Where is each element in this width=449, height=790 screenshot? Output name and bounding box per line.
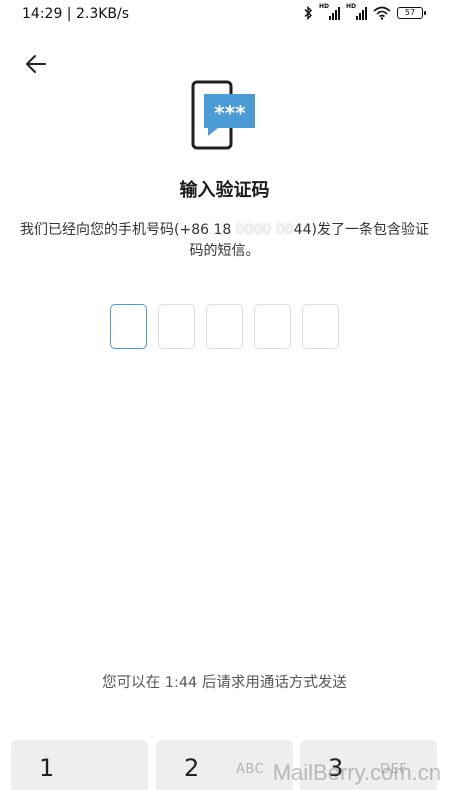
bluetooth-icon: [304, 6, 312, 20]
signal-sim1-icon: HD: [319, 3, 340, 20]
back-button[interactable]: [20, 48, 52, 80]
signal-sim2-icon: HD: [346, 3, 367, 20]
code-digit-box-4[interactable]: [254, 304, 291, 349]
code-digit-box-2[interactable]: [158, 304, 195, 349]
watermark: MailBerry.com.cn: [272, 760, 441, 785]
key-2-digit: 2: [184, 754, 200, 782]
status-icons: HD HD 57: [303, 3, 426, 20]
battery-icon: 57: [397, 7, 426, 19]
status-bar: 14:29 | 2.3KB/s HD HD 57: [0, 0, 449, 30]
key-2-letters: ABC: [236, 762, 265, 777]
arrow-left-icon: [26, 55, 46, 73]
status-time-speed: 14:29 | 2.3KB/s: [22, 6, 130, 22]
bubble-text: ***: [214, 101, 246, 125]
sim1-hd-label: HD: [319, 3, 330, 10]
page-title: 输入验证码: [179, 180, 270, 201]
call-resend-hint: 您可以在 1:44 后请求用通话方式发送: [102, 675, 347, 691]
sim2-hd-label: HD: [346, 3, 357, 10]
instruction-text: 我们已经向您的手机号码(+86 18 0000 0044)发了一条包含验证码的短…: [18, 220, 431, 262]
instruction-part1: 我们已经向您的手机号码(+86 18: [20, 222, 232, 238]
wifi-icon: [373, 6, 391, 20]
masked-phone-number: 0000 00: [231, 222, 294, 238]
key-1-digit: 1: [39, 754, 55, 782]
code-digit-box-1[interactable]: [110, 304, 147, 349]
code-digit-box-3[interactable]: [206, 304, 243, 349]
verification-code-input[interactable]: [110, 304, 339, 349]
phone-message-icon: ***: [188, 80, 258, 152]
key-1[interactable]: 1: [11, 740, 148, 790]
code-digit-box-5[interactable]: [302, 304, 339, 349]
